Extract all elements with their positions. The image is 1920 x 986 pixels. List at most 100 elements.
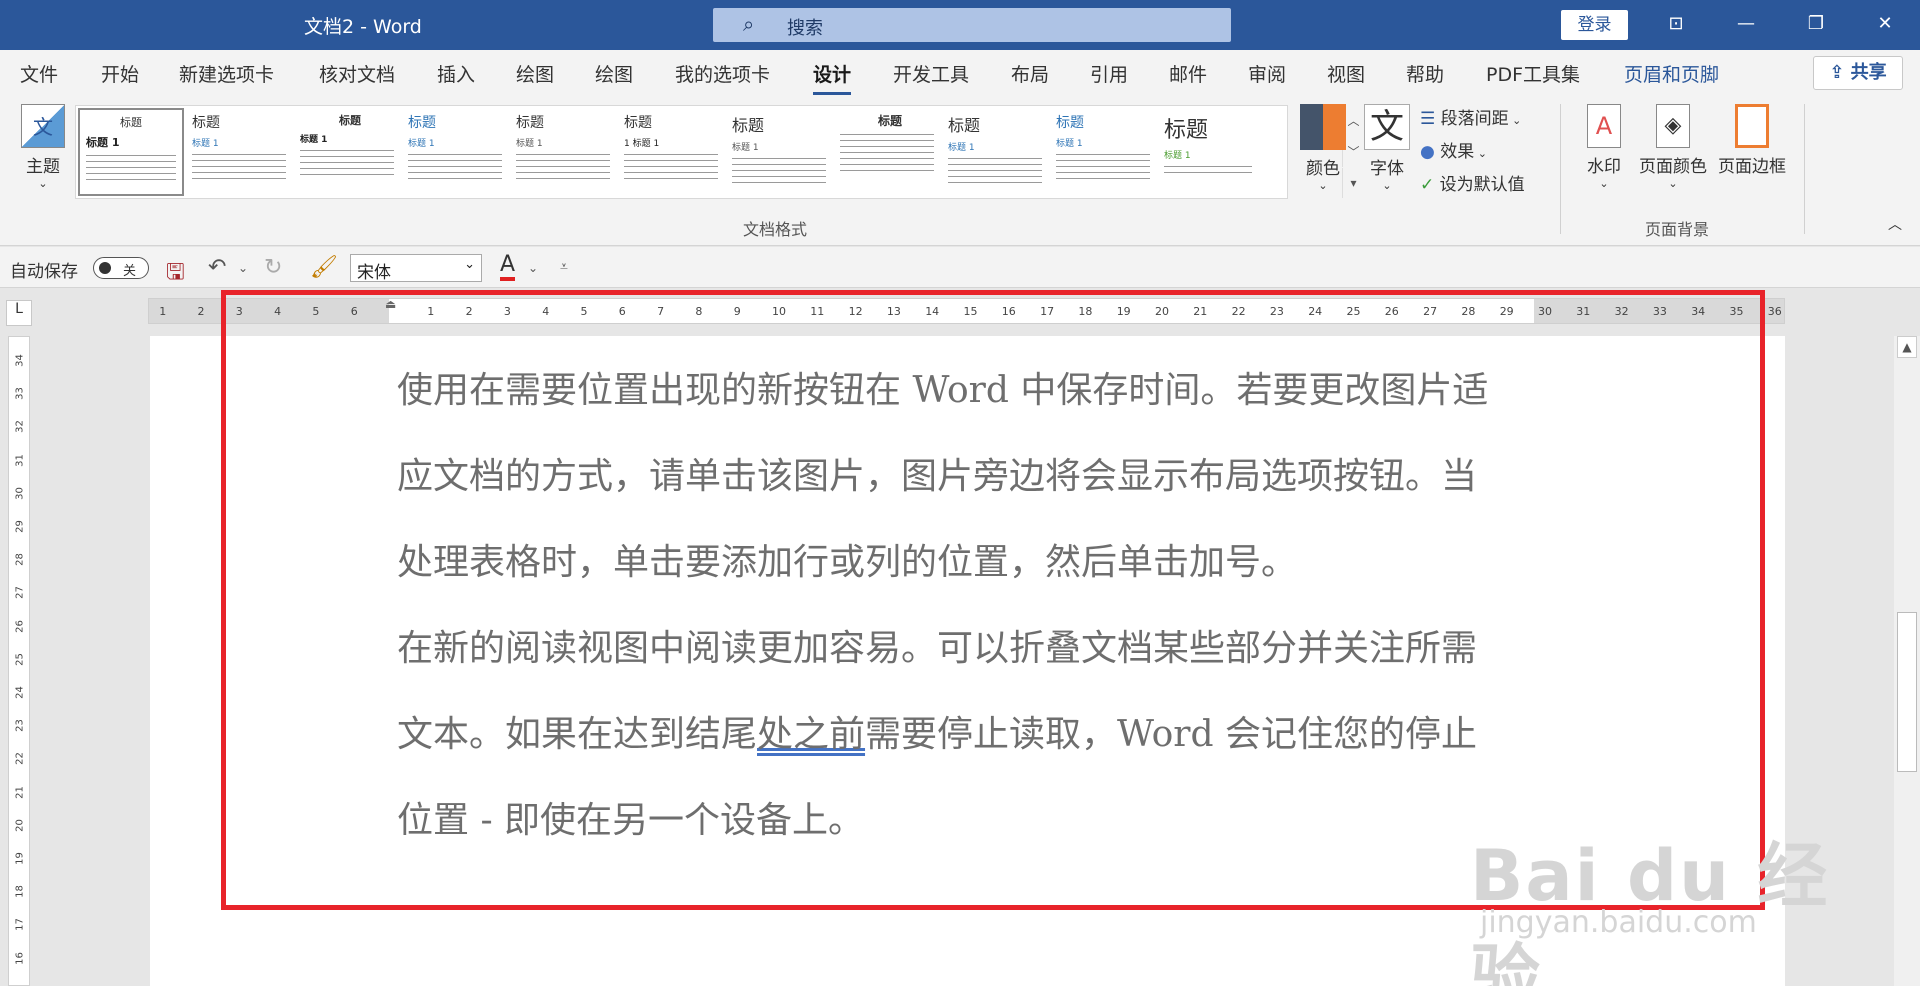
chevron-down-icon: ⌄ [38, 177, 48, 190]
tab-pdf-tools[interactable]: PDF工具集 [1486, 60, 1580, 87]
style-set-item[interactable]: 标题 标题 1 [186, 108, 292, 196]
ruler-tick: 15 [15, 982, 26, 986]
colors-button[interactable]: 颜色 ⌄ [1294, 104, 1352, 192]
restore-button[interactable]: ❐ [1793, 8, 1839, 40]
fonts-button[interactable]: 文 字体 ⌄ [1360, 104, 1414, 192]
toggle-knob [99, 262, 111, 274]
tab-draw-2[interactable]: 绘图 [595, 60, 633, 87]
tab-check-doc[interactable]: 核对文档 [319, 60, 395, 87]
set-as-default-label: 设为默认值 [1439, 175, 1525, 195]
style-set-item[interactable]: 标题 标题 1 [510, 108, 616, 196]
page-color-label: 页面颜色 [1639, 157, 1707, 177]
ruler-tick: 36 [1767, 305, 1782, 318]
group-label-doc-format: 文档格式 [743, 220, 808, 239]
watermark-button[interactable]: A 水印 ⌄ [1576, 104, 1632, 190]
ruler-tick: 33 [14, 387, 26, 401]
tab-home[interactable]: 开始 [101, 60, 139, 87]
colors-icon [1300, 104, 1346, 150]
ruler-tick: 24 [14, 686, 26, 699]
page-color-icon: ◈ [1656, 104, 1690, 148]
scroll-thumb[interactable] [1897, 612, 1917, 772]
tab-references[interactable]: 引用 [1090, 60, 1128, 87]
share-button[interactable]: ⇪ 共享 [1813, 56, 1903, 90]
style-set-item[interactable]: 标题 [834, 108, 940, 196]
colors-label: 颜色 [1306, 159, 1340, 179]
tab-selector[interactable]: L [6, 300, 32, 326]
style-set-item[interactable]: 标题 标题 1 [402, 108, 508, 196]
undo-icon[interactable]: ↶ [208, 255, 226, 280]
style-set-item[interactable]: 标题 标题 1 [1050, 108, 1156, 196]
chevron-down-icon: ⌄ [1382, 179, 1392, 192]
redo-icon[interactable]: ↻ [264, 255, 282, 280]
tab-header-footer[interactable]: 页眉和页脚 [1624, 60, 1719, 87]
tab-help[interactable]: 帮助 [1406, 60, 1444, 87]
close-button[interactable]: ✕ [1862, 8, 1908, 40]
login-button[interactable]: 登录 [1561, 10, 1628, 40]
chevron-down-icon: ⌄ [1318, 179, 1328, 192]
themes-icon: 文 [21, 104, 65, 148]
customize-qat-icon[interactable]: ⩡ [560, 259, 568, 275]
tab-new-tab[interactable]: 新建选项卡 [179, 60, 274, 87]
themes-button[interactable]: 文 主题 ⌄ [12, 104, 74, 190]
ruler-tick: 28 [14, 553, 26, 567]
style-set-item[interactable]: 标题 标题 1 [294, 108, 400, 196]
page-borders-icon [1735, 104, 1769, 148]
font-color-icon[interactable]: A [500, 253, 516, 281]
style-set-item[interactable]: 标题 1 标题 1 [618, 108, 724, 196]
style-set-item[interactable]: 标题 标题 1 [1158, 108, 1258, 196]
ruler-tick: 17 [14, 918, 26, 932]
page-color-button[interactable]: ◈ 页面颜色 ⌄ [1636, 104, 1710, 190]
page-borders-button[interactable]: 页面边框 [1714, 104, 1790, 177]
tab-review[interactable]: 审阅 [1248, 60, 1286, 87]
paragraph-spacing-button[interactable]: ☰ 段落间距 ⌄ [1420, 104, 1521, 129]
effects-label: 效果 [1440, 142, 1475, 162]
tab-insert[interactable]: 插入 [437, 60, 475, 87]
paragraph-spacing-label: 段落间距 [1440, 109, 1509, 129]
tab-design[interactable]: 设计 [813, 60, 852, 95]
set-as-default-button[interactable]: ✓ 设为默认值 [1420, 170, 1525, 195]
tab-draw-1[interactable]: 绘图 [516, 60, 554, 87]
style-set-item[interactable]: 标题 标题 1 [78, 108, 184, 196]
ruler-tick: 1 [159, 305, 167, 318]
ruler-tick: 16 [14, 951, 26, 965]
watermark-icon: A [1587, 104, 1621, 148]
effects-icon: ● [1420, 142, 1435, 162]
tab-layout[interactable]: 布局 [1011, 60, 1049, 87]
vertical-scrollbar[interactable]: ▲ [1894, 336, 1920, 986]
tab-view[interactable]: 视图 [1327, 60, 1365, 87]
collapse-ribbon-icon[interactable]: ︿ [1888, 214, 1902, 234]
ruler-tick: 31 [14, 453, 26, 467]
format-painter-icon[interactable]: 🖌 [310, 255, 338, 280]
font-color-dropdown-icon[interactable]: ⌄ [528, 261, 538, 275]
tab-my-tab[interactable]: 我的选项卡 [675, 60, 770, 87]
page-borders-label: 页面边框 [1718, 157, 1786, 177]
tab-file[interactable]: 文件 [20, 60, 58, 87]
title-bar: 文档2 - Word ⌕ 搜索 登录 ⊡ — ❐ ✕ [0, 0, 1920, 50]
watermark-logo-text: Bai du 经验 [1470, 835, 1830, 986]
ruler-tick: 34 [14, 354, 26, 367]
font-name-value: 宋体 [357, 263, 391, 283]
ruler-tick: 26 [14, 619, 26, 633]
scroll-up-icon[interactable]: ▲ [1897, 336, 1917, 358]
ruler-tick: 20 [14, 818, 26, 832]
font-name-select[interactable]: 宋体 ⌄ [350, 254, 482, 283]
style-set-item[interactable]: 标题 标题 1 [726, 108, 832, 196]
minimize-button[interactable]: — [1723, 8, 1769, 40]
watermark-url: jingyan.baidu.com [1480, 905, 1757, 940]
ruler-tick: 22 [14, 752, 26, 766]
style-set-item[interactable]: 标题 标题 1 [942, 108, 1048, 196]
search-box[interactable]: ⌕ 搜索 [713, 8, 1231, 42]
tab-mailings[interactable]: 邮件 [1169, 60, 1207, 87]
ruler-tick: 2 [197, 305, 205, 318]
autosave-toggle[interactable]: 关 [93, 257, 149, 279]
ribbon-display-options-icon[interactable]: ⊡ [1653, 8, 1699, 40]
save-icon[interactable]: 🖫 [166, 255, 185, 293]
watermark-label: 水印 [1587, 157, 1621, 177]
effects-button[interactable]: ● 效果 ⌄ [1420, 137, 1487, 162]
checkmark-icon: ✓ [1420, 175, 1435, 195]
tab-developer[interactable]: 开发工具 [893, 60, 969, 87]
fonts-icon: 文 [1364, 104, 1410, 150]
undo-dropdown-icon[interactable]: ⌄ [238, 261, 248, 275]
ruler-tick: 18 [14, 885, 26, 899]
ruler-tick: 19 [14, 852, 26, 865]
